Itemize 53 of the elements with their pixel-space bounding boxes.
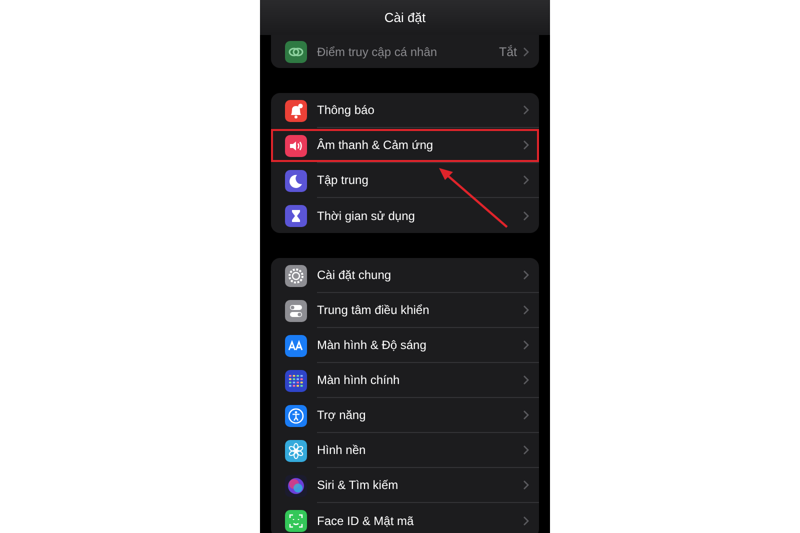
row-label: Tập trung [317, 173, 370, 187]
chevron-icon [523, 375, 529, 385]
chevron-icon [523, 270, 529, 280]
settings-row[interactable]: Tập trung [271, 163, 539, 198]
link-icon [285, 40, 307, 62]
hourglass-icon [285, 204, 307, 226]
flower-icon [285, 440, 307, 462]
row-label: Màn hình & Độ sáng [317, 338, 428, 352]
settings-row[interactable]: Hình nền [271, 433, 539, 468]
settings-row[interactable]: Face ID & Mật mã [271, 503, 539, 533]
accessibility-icon [285, 404, 307, 426]
row-label: Âm thanh & Cảm ứng [317, 138, 434, 152]
row-label: Trung tâm điều khiển [317, 303, 430, 317]
settings-row[interactable]: Siri & Tìm kiếm [271, 468, 539, 503]
row-label: Thời gian sử dụng [317, 208, 416, 222]
settings-row[interactable]: Trợ năng [271, 398, 539, 433]
chevron-icon [523, 105, 529, 115]
row-label: Điểm truy cập cá nhân [317, 44, 438, 58]
chevron-icon [523, 46, 529, 56]
row-label: Siri & Tìm kiếm [317, 478, 400, 492]
row-label: Face ID & Mật mã [317, 514, 415, 528]
app-grid-icon [285, 370, 307, 392]
settings-row[interactable]: Âm thanh & Cảm ứng [271, 128, 539, 163]
face-scan-icon [285, 510, 307, 532]
chevron-icon [523, 175, 529, 185]
row-value: Tắt [498, 44, 517, 58]
row-label: Trợ năng [317, 408, 367, 422]
gear-icon [285, 264, 307, 286]
text-size-icon [285, 334, 307, 356]
chevron-icon [523, 410, 529, 420]
row-label: Cài đặt chung [317, 268, 392, 282]
screen-title: Cài đặt [384, 10, 426, 25]
chevron-icon [523, 210, 529, 220]
row-label: Hình nền [317, 443, 367, 457]
chevron-icon [523, 480, 529, 490]
settings-row[interactable]: Cài đặt chung [271, 258, 539, 293]
bell-icon [285, 100, 307, 122]
settings-row[interactable]: Thời gian sử dụng [271, 198, 539, 233]
moon-icon [285, 170, 307, 192]
chevron-icon [523, 445, 529, 455]
chevron-icon [523, 305, 529, 315]
settings-row[interactable]: Thông báo [271, 93, 539, 128]
settings-row[interactable]: Màn hình chính [271, 363, 539, 398]
chevron-icon [523, 340, 529, 350]
settings-row[interactable]: Trung tâm điều khiển [271, 293, 539, 328]
toggles-icon [285, 300, 307, 322]
speaker-icon [285, 134, 307, 156]
chevron-icon [523, 516, 529, 526]
row-label: Thông báo [317, 103, 376, 117]
row-label: Màn hình chính [317, 373, 401, 387]
chevron-icon [523, 140, 529, 150]
orb-icon [285, 474, 307, 496]
settings-row[interactable]: Màn hình & Độ sáng [271, 328, 539, 363]
